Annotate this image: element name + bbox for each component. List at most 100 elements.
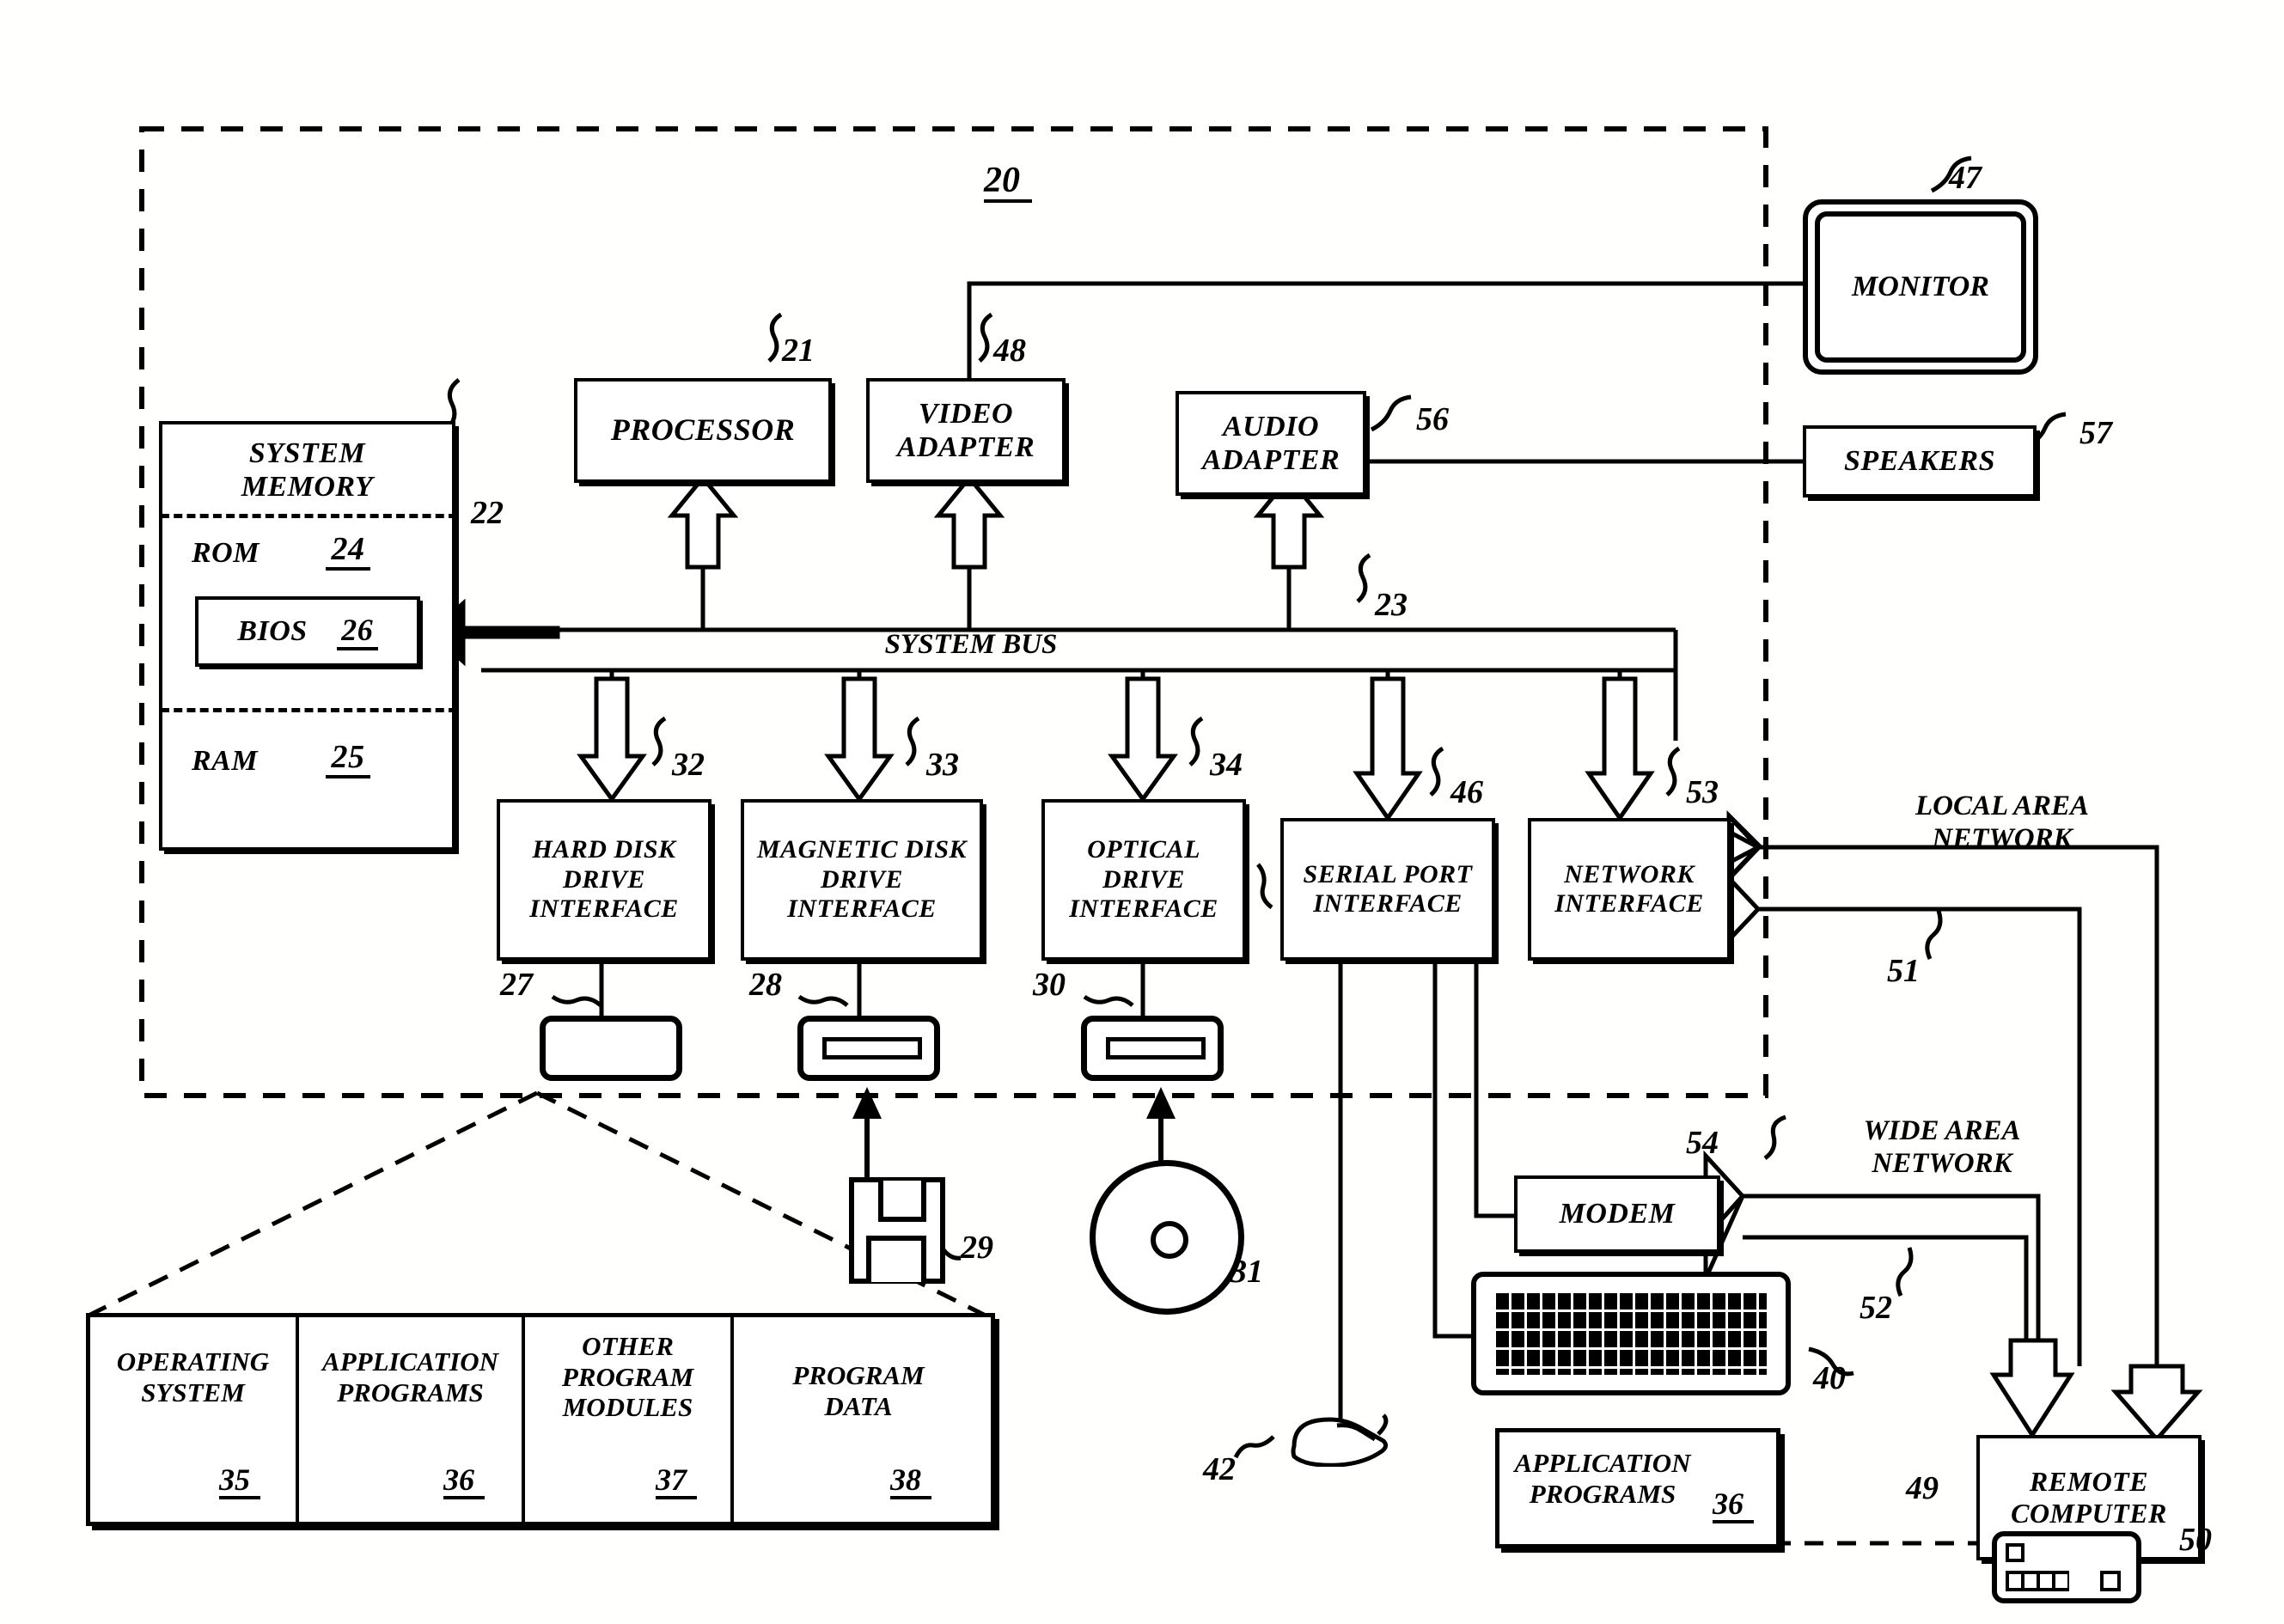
video-adapter-box: VIDEO ADAPTER [866,378,1066,483]
magnetic-disk-drive-icon [797,1016,940,1081]
ref-hard-disk-interface-32: 32 [672,747,705,783]
ref-speakers-57: 57 [2079,415,2112,451]
monitor-screen: MONITOR [1815,211,2026,363]
processor-label: PROCESSOR [610,412,796,448]
arrow-down-harddisk [577,676,647,803]
mouse-glyph [1291,1413,1389,1468]
hard-disk-drive-icon [540,1016,682,1081]
ref-video-adapter-48: 48 [993,333,1026,369]
storage-cell-label: PROGRAM DATA [792,1360,925,1421]
storage-cell: APPLICATION PROGRAMS 36 [299,1317,525,1522]
memory-divider-top [161,514,457,518]
floppy-label-area [866,1236,926,1282]
ref-monitor-47: 47 [1949,160,1982,196]
storage-cell-label: OPERATING SYSTEM [116,1346,270,1407]
monitor-label: MONITOR [1852,271,1989,302]
lan-wire [1758,845,2159,1366]
network-interface-box: NETWORK INTERFACE [1528,818,1731,961]
ref-hard-disk-drive-27: 27 [500,967,533,1003]
storage-cell-label: APPLICATION PROGRAMS [322,1346,498,1407]
network-interface-label: NETWORK INTERFACE [1554,859,1704,919]
serial-port-interface-box: SERIAL PORT INTERFACE [1280,818,1495,961]
expansion-fan-left [89,1090,539,1317]
ref-magnetic-disk-interface-33: 33 [926,747,959,783]
storage-contents-table: OPERATING SYSTEM 35 APPLICATION PROGRAMS… [86,1313,995,1526]
optical-disc-hub [1151,1221,1188,1259]
audio-adapter-box: AUDIO ADAPTER [1176,391,1366,496]
remote-storage-led [2006,1543,2024,1562]
storage-cell-ref: 37 [656,1462,697,1499]
bios-box: BIOS 26 [195,596,420,667]
remote-application-programs-label: APPLICATION PROGRAMS [1514,1448,1691,1509]
optical-disc-icon [1090,1160,1244,1315]
remote-storage-slot-right [2100,1571,2121,1591]
optical-drive-interface-label: OPTICAL DRIVE INTERFACE [1069,835,1218,924]
patent-figure: 20 SYSTEM MEMORY ROM 24 BIOS 26 RAM 25 2… [0,0,2284,1624]
arrow-up-processor [667,474,739,570]
ref-floppy-disk-29: 29 [961,1230,993,1266]
serial-port-interface-label: SERIAL PORT INTERFACE [1303,859,1473,919]
ref-bios-26: 26 [336,613,378,650]
storage-cell: PROGRAM DATA 38 [734,1317,983,1522]
optical-slot [1106,1037,1206,1059]
arrow-up-video [933,474,1005,570]
arrow-disc-head [1146,1087,1176,1119]
storage-cell-ref: 38 [890,1462,931,1499]
link-serial-to-keyboard [1432,961,1471,1339]
storage-cell-ref: 36 [443,1462,485,1499]
ref-serial-port-interface-46: 46 [1450,774,1483,810]
local-area-network-label: LOCAL AREA NETWORK [1915,791,2089,854]
arrow-floppy-head [852,1087,882,1119]
ref-remote-computer-49: 49 [1906,1470,1939,1506]
lan-arrow-glyph [1726,809,1763,885]
wan-arrow-down-head [1989,1338,2075,1439]
arrow-down-magnetic [824,676,895,803]
speakers-box: SPEAKERS [1803,425,2037,498]
modem-box: MODEM [1514,1175,1720,1253]
mouse-icon [1287,1413,1389,1468]
processor-box: PROCESSOR [574,378,832,483]
ref-ram-25: 25 [326,739,370,778]
optical-drive-interface-box: OPTICAL DRIVE INTERFACE [1041,799,1246,961]
memory-divider-bottom [161,708,457,712]
ref-system-20: 20 [984,160,1032,203]
ref-keyboard-40: 40 [1813,1360,1846,1396]
storage-cell-label: OTHER PROGRAM MODULES [561,1331,694,1423]
ref-lan-51: 51 [1887,953,1920,989]
ref-system-bus-23: 23 [1375,587,1408,623]
lan-arrowhead-into-network-interface [1726,810,1763,884]
ref-mouse-42: 42 [1203,1451,1236,1487]
arrow-down-network [1585,676,1655,822]
floppy-slot [822,1037,922,1059]
ref-magnetic-disk-drive-28: 28 [749,967,782,1003]
remote-computer-label: REMOTE COMPUTER [2011,1466,2167,1529]
ram-label: RAM [192,745,259,777]
link-video-to-monitor [967,281,1803,397]
lan-arrow-down-head [2110,1364,2203,1443]
ref-optical-drive-interface-34: 34 [1210,747,1243,783]
wan-arrowhead-into-network-interface [1726,872,1762,946]
arrow-down-serial [1353,676,1423,822]
ref-modem-54: 54 [1686,1125,1719,1161]
ref-remote-storage-device-50: 50 [2179,1522,2212,1558]
bios-label: BIOS [237,615,308,648]
magnetic-disk-interface-box: MAGNETIC DISK DRIVE INTERFACE [741,799,983,961]
video-adapter-label: VIDEO ADAPTER [896,397,1035,463]
remote-storage-slots [2006,1571,2069,1591]
system-memory-box: SYSTEM MEMORY ROM 24 BIOS 26 RAM 25 [159,421,457,851]
ref-audio-adapter-56: 56 [1416,401,1449,437]
keyboard-icon [1471,1272,1791,1395]
floppy-shutter [878,1181,926,1222]
ref-wan-52: 52 [1860,1290,1892,1326]
hard-disk-interface-label: HARD DISK DRIVE INTERFACE [529,835,679,924]
floppy-disk-icon [849,1177,945,1284]
speakers-label: SPEAKERS [1844,445,1995,478]
rom-label: ROM [192,537,260,569]
storage-cell: OTHER PROGRAM MODULES 37 [525,1317,734,1522]
system-memory-label: SYSTEM MEMORY [241,437,374,504]
ref-optical-drive-30: 30 [1033,967,1066,1003]
ref-system-memory-22: 22 [471,495,504,531]
remote-application-programs-box: APPLICATION PROGRAMS 36 [1495,1428,1780,1548]
ref-optical-disc-31: 31 [1231,1254,1263,1290]
keyboard-keys [1493,1291,1767,1375]
